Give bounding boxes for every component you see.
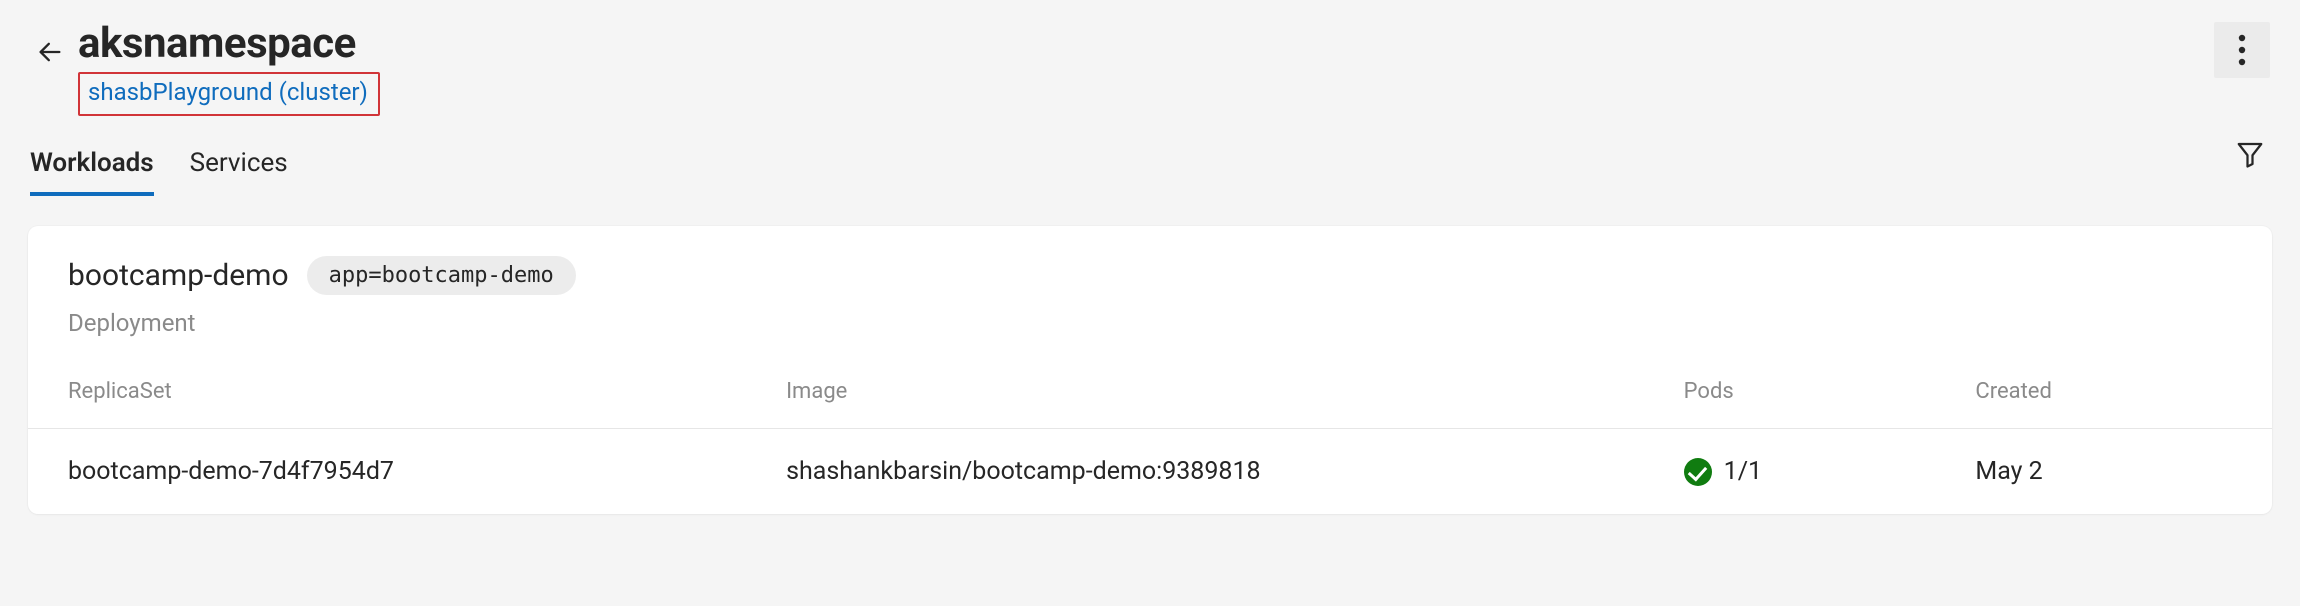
page-title: aksnamespace (78, 22, 380, 66)
col-header-image[interactable]: Image (746, 379, 1644, 429)
more-vertical-icon (2238, 34, 2246, 66)
workload-label-chip[interactable]: app=bootcamp-demo (307, 256, 576, 295)
workload-name[interactable]: bootcamp-demo (68, 258, 289, 293)
cell-pods: 1/1 (1644, 429, 1936, 515)
workload-kind: Deployment (68, 309, 2232, 337)
workload-card: bootcamp-demo app=bootcamp-demo Deployme… (28, 226, 2272, 514)
more-menu-button[interactable] (2214, 22, 2270, 78)
tab-services[interactable]: Services (190, 146, 288, 196)
pods-count: 1/1 (1724, 457, 1762, 486)
tab-workloads[interactable]: Workloads (30, 146, 154, 196)
col-header-replicaset[interactable]: ReplicaSet (28, 379, 746, 429)
col-header-pods[interactable]: Pods (1644, 379, 1936, 429)
filter-icon (2235, 139, 2265, 169)
col-header-created[interactable]: Created (1935, 379, 2272, 429)
filter-button[interactable] (2230, 134, 2270, 174)
back-button[interactable] (30, 32, 70, 72)
cell-created: May 2 (1935, 429, 2272, 515)
cell-image: shashankbarsin/bootcamp-demo:9389818 (746, 429, 1644, 515)
cell-replicaset: bootcamp-demo-7d4f7954d7 (28, 429, 746, 515)
table-row[interactable]: bootcamp-demo-7d4f7954d7 shashankbarsin/… (28, 429, 2272, 515)
cluster-link[interactable]: shasbPlayground (cluster) (78, 72, 380, 116)
status-ok-icon (1684, 458, 1712, 486)
arrow-left-icon (36, 38, 64, 66)
